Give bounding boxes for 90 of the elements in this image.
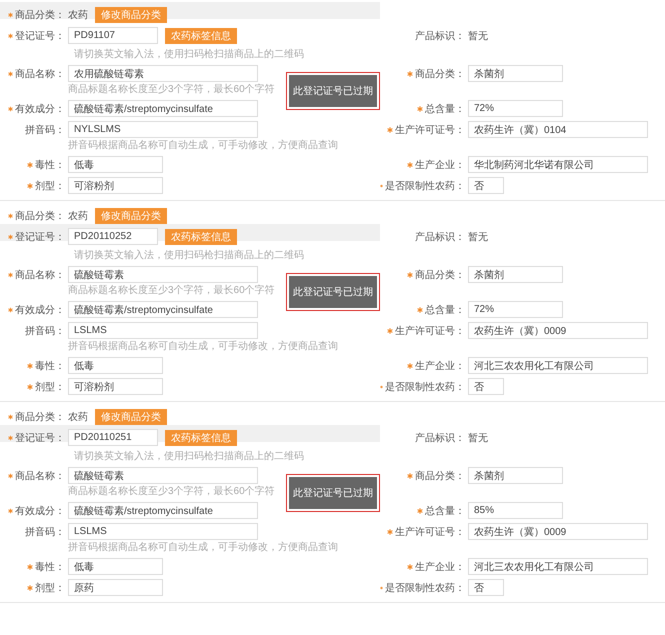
input-field[interactable]: 72% [468,100,563,117]
field-label: 毒性： [35,360,65,372]
input-field[interactable]: 72% [468,301,563,318]
field-label: 生产许可证号： [395,526,465,538]
field-label: 产品标识： [415,432,465,444]
input-field[interactable]: NYLSLMS [68,121,258,138]
field-hint: 请切换英文输入法，使用扫码枪扫描商品上的二维码 [74,451,304,463]
field-hint: 商品标题名称长度至少3个字符，最长60个字符 [68,285,275,297]
input-field[interactable]: 农药生许（冀）0104 [468,121,648,138]
input-field[interactable]: 杀菌剂 [468,65,563,82]
input-field[interactable]: 硫酸链霉素 [68,266,258,283]
field-label: 商品分类： [415,68,465,80]
field-label: 是否限制性农药： [385,582,465,594]
input-field[interactable]: PD20110252 [68,228,158,245]
input-field[interactable]: PD20110251 [68,429,158,446]
expired-notice: 此登记证号已过期 [289,75,377,107]
input-field[interactable]: LSLMS [68,322,258,339]
input-field[interactable]: 85% [468,502,563,519]
input-field[interactable]: 华北制药河北华诺有限公司 [468,156,648,173]
product-mark-value: 暂无 [468,432,488,444]
field-label: 登记证号： [15,30,65,42]
input-field[interactable]: 农药生许（冀）0009 [468,322,648,339]
field-label: 是否限制性农药： [385,380,465,394]
field-label: 商品名称： [15,268,65,282]
field-label: 剂型： [35,380,65,394]
input-field[interactable]: 农药生许（冀）0009 [468,523,648,540]
field-label: 产品标识： [415,230,465,244]
field-label: 拼音码： [25,324,65,338]
field-label: 毒性： [35,158,65,172]
field-hint: 商品标题名称长度至少3个字符，最长60个字符 [68,486,275,498]
field-hint: 请切换英文输入法，使用扫码枪扫描商品上的二维码 [74,250,304,262]
field-label: 有效成分： [15,102,65,116]
input-field[interactable]: 否 [468,177,504,194]
field-label: 剂型： [35,180,65,192]
input-field[interactable]: 否 [468,579,504,596]
field-label: 拼音码： [25,124,65,136]
field-label: 拼音码： [25,526,65,538]
field-label: 商品分类： [415,470,465,482]
field-label: 商品名称： [15,68,65,80]
field-label: 是否限制性农药： [385,180,465,192]
input-field[interactable]: 硫酸链霉素/streptomycinsulfate [68,502,258,519]
field-label: 剂型： [35,582,65,594]
field-label: 毒性： [35,560,65,574]
field-label: 商品分类： [15,210,65,222]
field-hint: 商品标题名称长度至少3个字符，最长60个字符 [68,84,275,96]
input-field[interactable]: 低毒 [68,156,163,173]
field-label: 商品分类： [15,410,65,424]
field-label: 生产许可证号： [395,324,465,338]
input-field[interactable]: LSLMS [68,523,258,540]
field-label: 产品标识： [415,30,465,42]
field-label: 商品分类： [15,8,65,22]
field-label: 商品分类： [415,268,465,282]
field-label: 生产企业： [415,360,465,372]
field-label: 总含量： [425,304,465,316]
input-field[interactable]: 河北三农农用化工有限公司 [468,558,648,575]
field-label: 总含量： [425,102,465,116]
field-hint: 请切换英文输入法，使用扫码枪扫描商品上的二维码 [74,49,304,61]
category-value: 农药 [68,410,88,424]
field-hint: 拼音码根据商品名称可自动生成，可手动修改，方便商品查询 [68,542,338,554]
input-field[interactable]: 硫酸链霉素/streptomycinsulfate [68,100,258,117]
category-value: 农药 [68,210,88,222]
expired-notice: 此登记证号已过期 [289,477,377,509]
product-mark-value: 暂无 [468,230,488,244]
field-label: 生产许可证号： [395,124,465,136]
expired-notice: 此登记证号已过期 [289,276,377,308]
input-field[interactable]: 可溶粉剂 [68,177,163,194]
product-mark-value: 暂无 [468,30,488,42]
input-field[interactable]: 可溶粉剂 [68,378,163,395]
input-field[interactable]: 杀菌剂 [468,266,563,283]
category-value: 农药 [68,8,88,22]
input-field[interactable]: 农用硫酸链霉素 [68,65,258,82]
input-field[interactable]: 硫酸链霉素/streptomycinsulfate [68,301,258,318]
input-field[interactable]: 杀菌剂 [468,467,563,484]
field-label: 登记证号： [15,432,65,444]
field-hint: 拼音码根据商品名称可自动生成，可手动修改，方便商品查询 [68,341,338,353]
input-field[interactable]: 低毒 [68,357,163,374]
field-hint: 拼音码根据商品名称可自动生成，可手动修改，方便商品查询 [68,140,338,152]
field-label: 总含量： [425,504,465,518]
field-label: 有效成分： [15,304,65,316]
field-label: 登记证号： [15,230,65,244]
input-field[interactable]: 河北三农农用化工有限公司 [468,357,648,374]
field-label: 有效成分： [15,504,65,518]
input-field[interactable]: 硫酸链霉素 [68,467,258,484]
field-label: 生产企业： [415,158,465,172]
input-field[interactable]: 否 [468,378,504,395]
field-label: 生产企业： [415,560,465,574]
field-label: 商品名称： [15,470,65,482]
input-field[interactable]: PD91107 [68,27,158,44]
input-field[interactable]: 原药 [68,579,163,596]
input-field[interactable]: 低毒 [68,558,163,575]
